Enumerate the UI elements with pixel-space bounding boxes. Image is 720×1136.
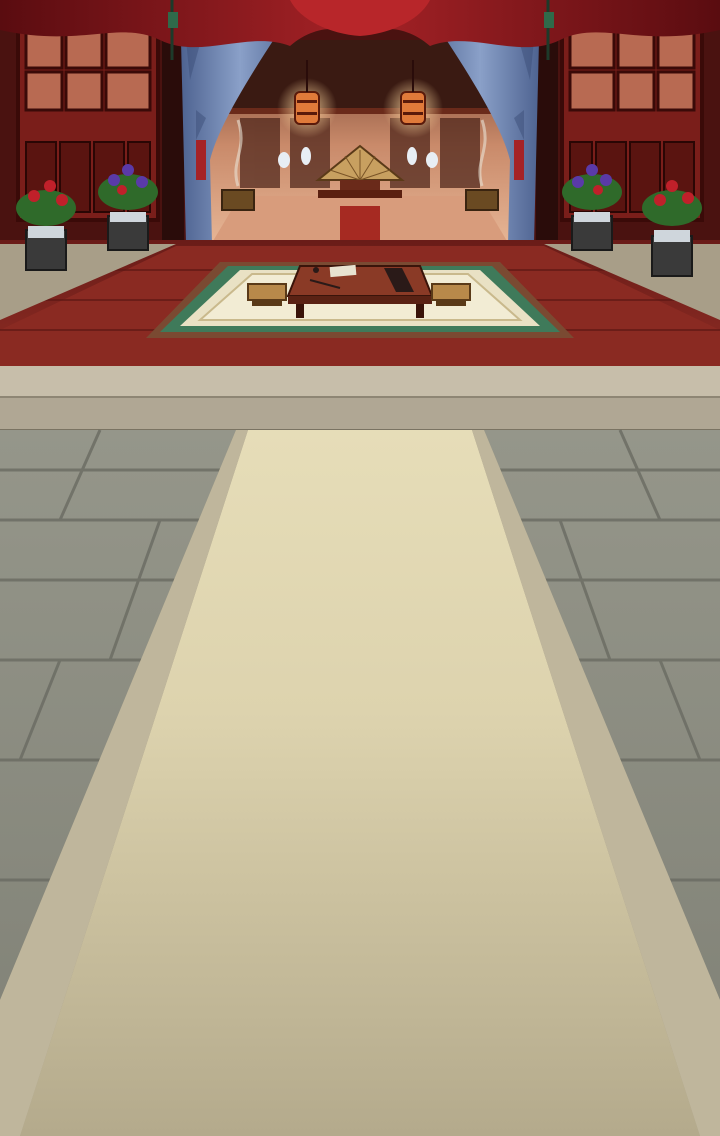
stool-right	[431, 283, 471, 306]
game-scene	[0, 0, 720, 1136]
stool-left	[247, 283, 287, 306]
stone-step	[0, 366, 720, 431]
scene-canvas	[0, 0, 720, 1136]
